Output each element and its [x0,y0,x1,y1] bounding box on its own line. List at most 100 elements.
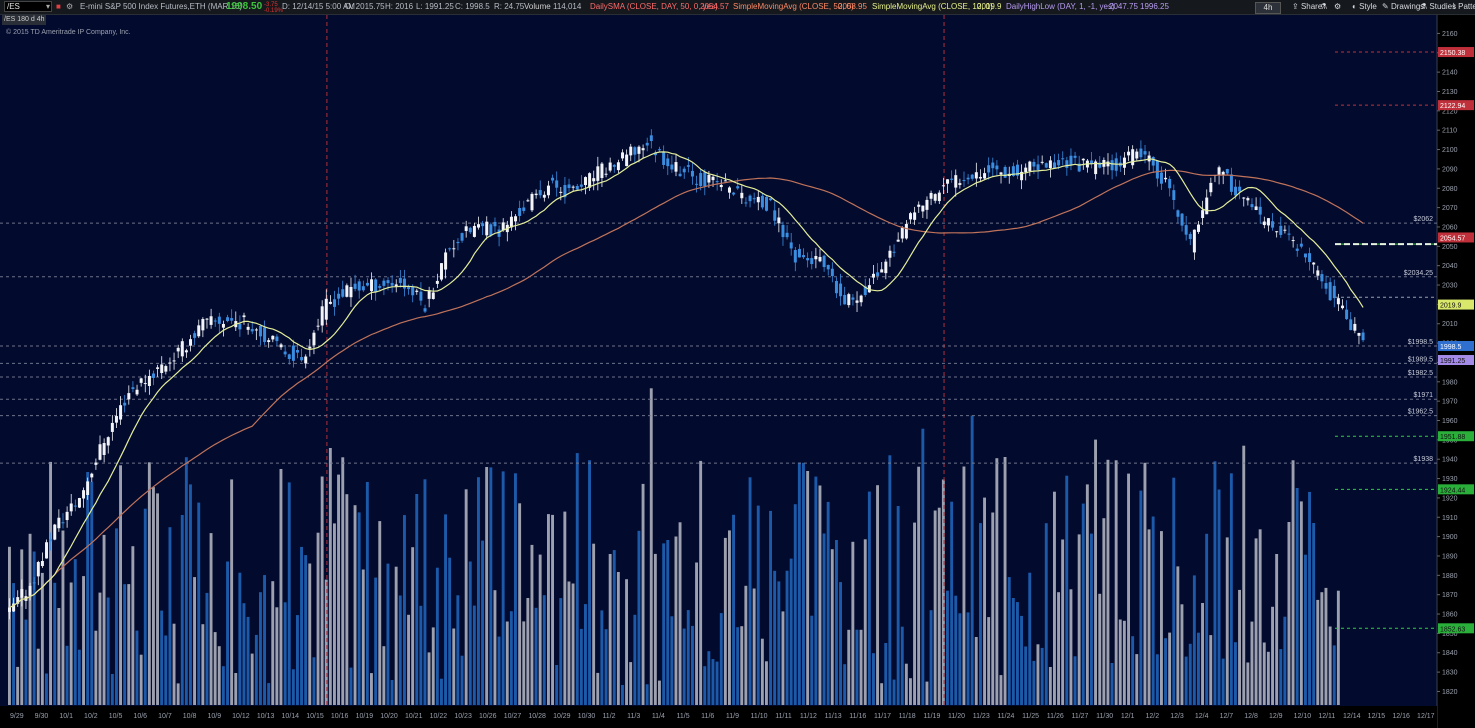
candle-body [460,233,464,241]
candle-body [781,224,785,238]
candle-body [1336,298,1340,305]
candle-body [246,326,250,330]
style-icon: ◐ [1352,2,1360,11]
volume-bar [308,563,312,705]
candle-body [773,210,777,221]
candle-body [645,142,649,146]
y-tick-label: 1890 [1442,553,1458,560]
volume-bar [267,683,271,705]
volume-bar [176,683,180,705]
x-tick-label: 10/8 [183,713,197,720]
candle-body [1234,186,1238,196]
volume-bar [337,474,340,705]
candle-body [94,462,98,465]
x-tick-label: 11/25 [1022,713,1039,720]
volume-bar [588,460,591,705]
volume-bar [1007,577,1011,705]
symbol-dropdown-icon[interactable]: ▾ [46,1,50,13]
bar-high: H: 2016 [385,2,414,11]
price-chart[interactable]: $2062 $2034.25 $1998.5 $1989.5 $1982.5 $1971 $… [0,15,1475,728]
candle-body [1209,182,1213,193]
candle-body [678,173,682,177]
beaker-icon[interactable]: ⚗ [1320,1,1327,13]
bar-close: C: 1998.5 [455,2,490,11]
x-tick-label: 12/16 [1392,713,1410,720]
volume-bar [563,511,567,705]
volume-bar [1258,529,1262,705]
price-badge: 1852.63 [1438,623,1474,634]
x-tick-label: 12/15 [1368,713,1386,720]
drawings-button[interactable]: ✎ Drawings [1382,1,1424,13]
volume-bar [1036,644,1040,705]
candle-body [839,283,843,297]
volume-bar [16,666,20,705]
volume-bar [1065,475,1069,705]
candle-body [1069,155,1073,166]
volume-bar [810,615,814,705]
candle-body [300,357,304,361]
candle-body [954,175,958,188]
volume-bar [209,533,213,705]
candle-body [279,344,283,348]
candle-body [719,184,723,188]
candle-body [818,256,822,262]
studies-button[interactable]: ⚗ Studies [1420,1,1456,13]
candle-body [82,490,86,499]
candle-body [933,194,937,201]
y-tick-label: 1840 [1442,650,1458,657]
candle-body [1053,162,1057,169]
y-tick-label: 1970 [1442,399,1458,406]
volume-bar [398,595,402,705]
volume-bar [444,514,447,705]
candle-body [1003,166,1007,178]
volume-bar [559,598,563,705]
candle-body [546,185,550,196]
study-dailysma50-value: 2054.57 [700,2,729,11]
x-tick-label: 9/30 [35,713,49,720]
candle-body [559,191,563,193]
volume-bar [403,515,406,705]
candle-body [40,560,44,567]
level-label: $1998.5 [1408,339,1433,346]
volume-bar [152,487,155,705]
volume-bar [230,479,234,705]
volume-bar [477,477,480,705]
share-button[interactable]: ⇪ Share [1292,1,1322,13]
volume-bar [703,666,707,705]
candle-body [398,277,402,284]
candle-body [427,290,431,299]
candle-body [8,607,11,612]
style-button[interactable]: ◐ Style [1352,1,1377,13]
candle-body [522,207,526,211]
candle-body [304,356,308,364]
candle-body [917,204,921,207]
candle-body [658,149,662,151]
flag-icon[interactable]: ■ [56,1,61,13]
candle-body [769,198,773,201]
timeframe-selector[interactable]: 4h [1255,2,1281,14]
patterns-button[interactable]: ⌇ Patterns [1452,1,1475,13]
candle-body [1254,206,1258,211]
volume-bar [612,550,616,705]
x-tick-label: 9/29 [10,713,24,720]
candle-body [386,280,390,284]
volume-bar [950,501,954,705]
candle-body [1057,160,1061,166]
share-icon: ⇪ [1292,2,1301,11]
volume-bar [974,637,978,705]
candle-body [1332,285,1336,299]
volume-bar [621,685,624,705]
link-icon[interactable]: ⚙ [66,1,73,13]
candle-body [1353,323,1357,331]
volume-bar [40,572,44,705]
candle-body [551,177,555,181]
gear-icon[interactable]: ⚙ [1334,1,1341,13]
candle-body [1168,178,1172,189]
price-badge: 2122.94 [1438,100,1474,111]
volume-bar [1061,539,1065,705]
volume-bar [497,636,501,705]
study-dailyhighlow-high: 2047.75 [1109,2,1138,11]
candle-body [855,300,859,303]
candle-body [28,585,32,596]
symbol-input[interactable]: /ES [4,1,52,12]
